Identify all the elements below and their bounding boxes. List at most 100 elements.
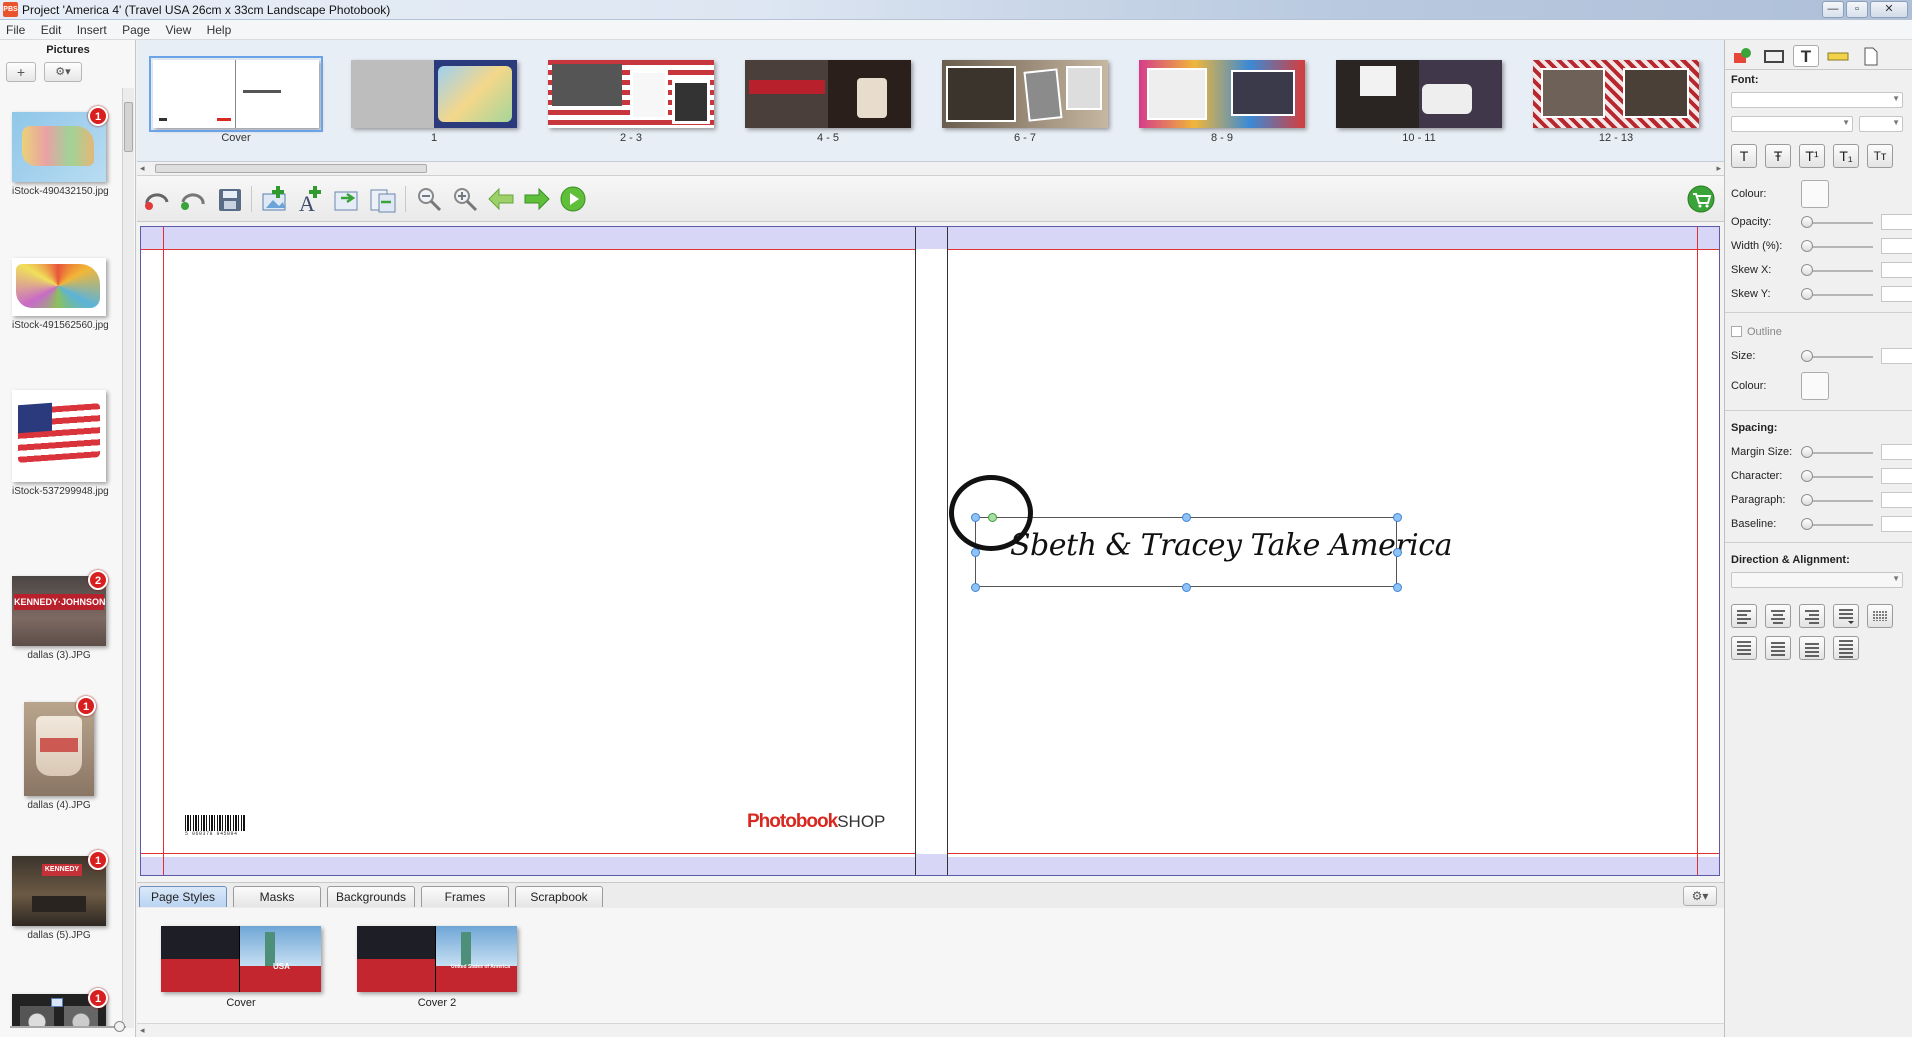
- vertical-justify-icon[interactable]: [1833, 636, 1859, 660]
- restore-button[interactable]: ▫: [1846, 1, 1868, 18]
- margin-size-slider-knob[interactable]: [1801, 446, 1813, 458]
- menu-view[interactable]: View: [159, 20, 197, 37]
- text-properties-icon[interactable]: T: [1793, 45, 1819, 67]
- superscript-button[interactable]: T¹: [1799, 144, 1825, 168]
- title-text-box[interactable]: Sbeth & Tracey Take America: [975, 517, 1452, 587]
- vertical-align-top-icon[interactable]: [1731, 636, 1757, 660]
- baseline-slider-knob[interactable]: [1801, 518, 1813, 530]
- next-page-icon[interactable]: [521, 184, 553, 214]
- menu-insert[interactable]: Insert: [71, 20, 113, 37]
- font-size-dropdown[interactable]: ▼: [1859, 116, 1903, 132]
- add-picture-icon[interactable]: [259, 184, 291, 214]
- resize-handle[interactable]: [1393, 548, 1402, 557]
- pictures-settings-button[interactable]: ⚙▾: [44, 62, 82, 82]
- tab-scrapbook[interactable]: Scrapbook: [515, 886, 603, 907]
- minimize-button[interactable]: —: [1822, 1, 1844, 18]
- align-right-icon[interactable]: [1799, 604, 1825, 628]
- skew-y-slider-knob[interactable]: [1801, 288, 1813, 300]
- resize-handle[interactable]: [1182, 513, 1191, 522]
- pictures-scrollbar[interactable]: [122, 88, 134, 1028]
- zoom-in-icon[interactable]: [449, 184, 481, 214]
- picture-item[interactable]: 1 dallas (4).JPG: [12, 696, 106, 811]
- columns-icon[interactable]: [1867, 604, 1893, 628]
- page-thumb-10-11[interactable]: 10 - 11: [1336, 60, 1502, 144]
- gallery-scrollbar[interactable]: ◂: [137, 1023, 1724, 1037]
- page-thumb-1[interactable]: 1: [351, 60, 517, 144]
- character-spacing-slider-knob[interactable]: [1801, 470, 1813, 482]
- justify-dropdown-icon[interactable]: [1833, 604, 1859, 628]
- outline-checkbox[interactable]: [1731, 326, 1742, 337]
- redo-icon[interactable]: [177, 184, 209, 214]
- paragraph-spacing-value[interactable]: [1881, 492, 1912, 508]
- resize-handle[interactable]: [1182, 583, 1191, 592]
- page-strip-scrollbar[interactable]: ◂ ▸: [137, 162, 1724, 176]
- picture-item[interactable]: KENNEDY·JOHNSON 2 dallas (3).JPG: [12, 570, 108, 661]
- text-colour-swatch[interactable]: [1801, 180, 1829, 208]
- page-thumb-6-7[interactable]: 6 - 7: [942, 60, 1108, 144]
- page-thumb-12-13[interactable]: 12 - 13: [1533, 60, 1699, 144]
- undo-icon[interactable]: [141, 184, 173, 214]
- character-spacing-value[interactable]: [1881, 468, 1912, 484]
- font-style-dropdown[interactable]: ▼: [1731, 116, 1853, 132]
- strikethrough-button[interactable]: Ŧ: [1765, 144, 1791, 168]
- picture-item[interactable]: KENNEDY 1 dallas (5).JPG: [12, 850, 108, 941]
- tab-frames[interactable]: Frames: [421, 886, 509, 907]
- library-settings-button[interactable]: ⚙▾: [1683, 886, 1717, 906]
- paragraph-spacing-slider-knob[interactable]: [1801, 494, 1813, 506]
- tab-backgrounds[interactable]: Backgrounds: [327, 886, 415, 907]
- page-strip-scroll-thumb[interactable]: [155, 164, 427, 173]
- width-slider-knob[interactable]: [1801, 240, 1813, 252]
- menu-edit[interactable]: Edit: [35, 20, 68, 37]
- preview-play-icon[interactable]: [557, 184, 589, 214]
- scroll-left-icon[interactable]: ◂: [140, 163, 145, 174]
- title-text[interactable]: Sbeth & Tracey Take America: [1010, 528, 1452, 563]
- tab-masks[interactable]: Masks: [233, 886, 321, 907]
- menu-help[interactable]: Help: [201, 20, 238, 37]
- export-icon[interactable]: [367, 184, 399, 214]
- opacity-slider-knob[interactable]: [1801, 216, 1813, 228]
- picture-item[interactable]: 1 iStock-490432150.jpg: [12, 106, 109, 197]
- page-icon[interactable]: [1857, 45, 1883, 67]
- page-thumb-4-5[interactable]: 4 - 5: [745, 60, 911, 144]
- subscript-button[interactable]: T₁: [1833, 144, 1859, 168]
- small-caps-button[interactable]: Tт: [1867, 144, 1893, 168]
- previous-page-icon[interactable]: [485, 184, 517, 214]
- skew-y-value[interactable]: [1881, 286, 1912, 302]
- tab-page-styles[interactable]: Page Styles: [139, 886, 227, 907]
- margin-size-value[interactable]: [1881, 444, 1912, 460]
- baseline-value[interactable]: [1881, 516, 1912, 532]
- page-style-item[interactable]: United States of America Cover 2: [357, 926, 517, 1009]
- width-value[interactable]: [1881, 238, 1912, 254]
- resize-handle[interactable]: [1393, 513, 1402, 522]
- outline-size-slider-knob[interactable]: [1801, 350, 1813, 362]
- scroll-right-icon[interactable]: ▸: [1716, 163, 1721, 174]
- picture-item[interactable]: iStock-491562560.jpg: [12, 258, 109, 331]
- page-style-item[interactable]: USA Cover: [161, 926, 321, 1009]
- scroll-left-icon[interactable]: ◂: [140, 1025, 145, 1036]
- import-icon[interactable]: [331, 184, 363, 214]
- close-button[interactable]: ✕: [1870, 1, 1908, 18]
- vertical-align-bottom-icon[interactable]: [1799, 636, 1825, 660]
- outline-colour-swatch[interactable]: [1801, 372, 1829, 400]
- menu-page[interactable]: Page: [116, 20, 156, 37]
- thumbnail-size-slider[interactable]: [10, 1021, 126, 1032]
- zoom-out-icon[interactable]: [413, 184, 445, 214]
- align-center-icon[interactable]: [1765, 604, 1791, 628]
- plain-text-button[interactable]: T: [1731, 144, 1757, 168]
- add-text-icon[interactable]: A: [295, 184, 327, 216]
- page-thumb-8-9[interactable]: 8 - 9: [1139, 60, 1305, 144]
- page-thumb-2-3[interactable]: 2 - 3: [548, 60, 714, 144]
- skew-x-value[interactable]: [1881, 262, 1912, 278]
- page-thumb-cover[interactable]: Cover: [149, 56, 323, 144]
- layout-icon[interactable]: [1729, 45, 1755, 67]
- skew-x-slider-knob[interactable]: [1801, 264, 1813, 276]
- thumbnail-size-knob[interactable]: [114, 1021, 125, 1032]
- ruler-icon[interactable]: [1825, 45, 1851, 67]
- align-left-icon[interactable]: [1731, 604, 1757, 628]
- outline-size-value[interactable]: [1881, 348, 1912, 364]
- menu-file[interactable]: File: [0, 20, 31, 37]
- resize-handle[interactable]: [971, 583, 980, 592]
- picture-item[interactable]: iStock-537299948.jpg: [12, 390, 109, 497]
- font-family-dropdown[interactable]: ▼: [1731, 92, 1903, 108]
- vertical-align-middle-icon[interactable]: [1765, 636, 1791, 660]
